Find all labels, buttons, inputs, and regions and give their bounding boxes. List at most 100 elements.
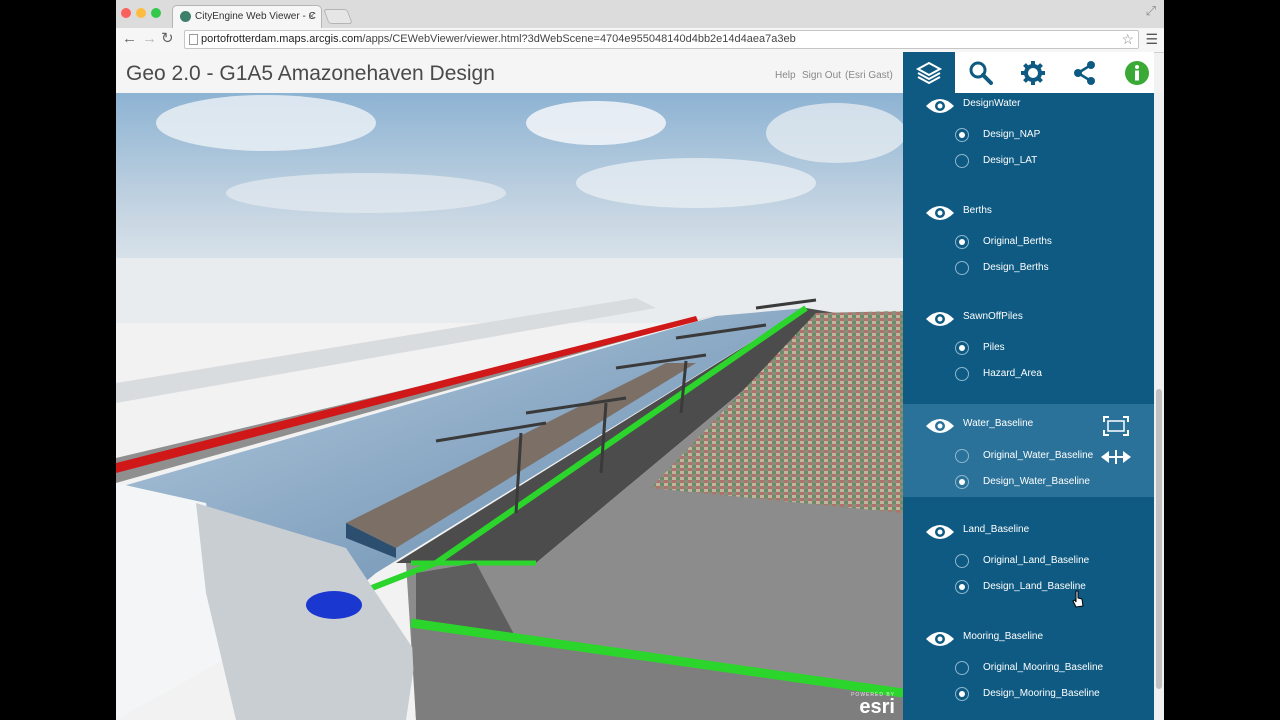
option-label: Original_Land_Baseline xyxy=(983,555,1090,566)
layer-group-land-baseline: Land_Baseline Original_Land_Baseline Des… xyxy=(903,519,1154,599)
layer-option[interactable]: Original_Berths xyxy=(903,230,1154,256)
settings-tool[interactable] xyxy=(1007,52,1059,93)
radio-button[interactable] xyxy=(955,341,969,355)
page-title: Geo 2.0 - G1A5 Amazonehaven Design xyxy=(126,62,495,85)
zoom-window-button[interactable] xyxy=(151,8,161,18)
layer-option[interactable]: Design_Land_Baseline xyxy=(903,575,1154,601)
layer-option[interactable]: Original_Land_Baseline xyxy=(903,549,1154,575)
user-name: (Esri Gast) xyxy=(845,70,893,81)
reload-icon[interactable]: ↻ xyxy=(161,31,174,47)
hand-cursor-icon xyxy=(1072,590,1084,608)
search-tool[interactable] xyxy=(955,52,1007,93)
layer-name: Water_Baseline xyxy=(963,418,1034,429)
panel-toolbar xyxy=(903,52,1154,93)
radio-button[interactable] xyxy=(955,580,969,594)
new-tab-button[interactable] xyxy=(323,9,353,24)
panel-scrollbar[interactable] xyxy=(1154,93,1164,720)
favicon-icon xyxy=(180,11,191,22)
option-label: Design_Land_Baseline xyxy=(983,581,1086,592)
minimize-window-button[interactable] xyxy=(136,8,146,18)
layer-name: SawnOffPiles xyxy=(963,311,1023,322)
forward-arrow-icon[interactable]: → xyxy=(142,31,157,47)
share-icon xyxy=(1074,60,1095,85)
sign-out-link[interactable]: Sign Out xyxy=(802,70,841,81)
eye-icon[interactable] xyxy=(925,203,955,223)
address-bar[interactable]: portofrotterdam.maps.arcgis.com/apps/CEW… xyxy=(184,30,1139,49)
option-label: Original_Mooring_Baseline xyxy=(983,662,1104,673)
back-arrow-icon[interactable]: ← xyxy=(122,31,137,47)
layer-option[interactable]: Hazard_Area xyxy=(903,362,1154,388)
radio-button[interactable] xyxy=(955,475,969,489)
layer-option[interactable]: Design_Water_Baseline xyxy=(903,470,1154,496)
layer-option[interactable]: Design_LAT xyxy=(903,149,1154,175)
layer-list: DesignWater Design_NAP Design_LAT Berths… xyxy=(903,93,1154,720)
close-window-button[interactable] xyxy=(121,8,131,18)
eye-icon[interactable] xyxy=(925,416,955,436)
radio-button[interactable] xyxy=(955,261,969,275)
gear-icon xyxy=(1021,60,1045,85)
layer-header: Water_Baseline xyxy=(903,413,1154,439)
tab-title: CityEngine Web Viewer - C xyxy=(195,11,316,22)
layer-group-water-baseline: Water_Baseline Original_Water_Baseline D… xyxy=(903,404,1154,497)
layer-option[interactable]: Piles xyxy=(903,336,1154,362)
option-label: Hazard_Area xyxy=(983,368,1042,379)
layer-option[interactable]: Design_Berths xyxy=(903,256,1154,282)
option-label: Original_Berths xyxy=(983,236,1052,247)
layers-tool[interactable] xyxy=(903,52,955,93)
eye-icon[interactable] xyxy=(925,629,955,649)
layer-name: Mooring_Baseline xyxy=(963,631,1044,642)
layer-group-mooring-baseline: Mooring_Baseline Original_Mooring_Baseli… xyxy=(903,626,1154,706)
eye-icon[interactable] xyxy=(925,309,955,329)
layer-header: Mooring_Baseline xyxy=(903,626,1154,652)
info-icon xyxy=(1125,60,1149,85)
page-icon xyxy=(189,34,198,45)
radio-button[interactable] xyxy=(955,154,969,168)
option-label: Design_Water_Baseline xyxy=(983,476,1090,487)
url-text: portofrotterdam.maps.arcgis.com/apps/CEW… xyxy=(201,33,796,45)
layer-header: DesignWater xyxy=(903,93,1154,119)
layer-name: Land_Baseline xyxy=(963,524,1030,535)
layer-option[interactable]: Original_Mooring_Baseline xyxy=(903,656,1154,682)
scrollbar-thumb[interactable] xyxy=(1156,389,1162,689)
radio-button[interactable] xyxy=(955,554,969,568)
app-header: Geo 2.0 - G1A5 Amazonehaven Design Help … xyxy=(116,52,903,93)
tab-close-icon[interactable]: × xyxy=(308,9,315,23)
layers-icon xyxy=(915,61,943,84)
layer-header: Land_Baseline xyxy=(903,519,1154,545)
layer-option[interactable]: Design_NAP xyxy=(903,123,1154,149)
layer-header: Berths xyxy=(903,200,1154,226)
radio-button[interactable] xyxy=(955,128,969,142)
radio-button[interactable] xyxy=(955,687,969,701)
fullscreen-arrows-icon[interactable]: ⤢ xyxy=(1146,3,1156,19)
radio-button[interactable] xyxy=(955,367,969,381)
bookmark-star-icon[interactable]: ☆ xyxy=(1121,31,1134,48)
info-tool[interactable] xyxy=(1111,52,1154,93)
option-label: Piles xyxy=(983,342,1005,353)
browser-tab[interactable]: CityEngine Web Viewer - C × xyxy=(172,5,322,28)
layers-panel: DesignWater Design_NAP Design_LAT Berths… xyxy=(903,52,1154,720)
option-label: Design_LAT xyxy=(983,155,1038,166)
option-label: Design_Mooring_Baseline xyxy=(983,688,1100,699)
layer-name: Berths xyxy=(963,205,992,216)
layer-group-designwater: DesignWater Design_NAP Design_LAT xyxy=(903,93,1154,173)
layer-option[interactable]: Design_Mooring_Baseline xyxy=(903,682,1154,708)
help-link[interactable]: Help xyxy=(775,70,796,81)
radio-button[interactable] xyxy=(955,449,969,463)
swipe-compare-icon[interactable] xyxy=(1101,450,1131,464)
layer-header: SawnOffPiles xyxy=(903,306,1154,332)
layer-group-sawnoffpiles: SawnOffPiles Piles Hazard_Area xyxy=(903,306,1154,386)
browser-menu-icon[interactable]: ☰ xyxy=(1145,31,1158,48)
share-tool[interactable] xyxy=(1059,52,1111,93)
zoom-to-layer-icon[interactable] xyxy=(1103,416,1129,436)
search-icon xyxy=(969,61,993,85)
scene-viewport[interactable]: POWERED BY esri xyxy=(116,93,903,720)
radio-button[interactable] xyxy=(955,661,969,675)
tab-strip: CityEngine Web Viewer - C × ⤢ xyxy=(116,0,1164,29)
eye-icon[interactable] xyxy=(925,522,955,542)
option-label: Design_NAP xyxy=(983,129,1041,140)
eye-icon[interactable] xyxy=(925,96,955,116)
radio-button[interactable] xyxy=(955,235,969,249)
layer-group-berths: Berths Original_Berths Design_Berths xyxy=(903,200,1154,280)
browser-window: CityEngine Web Viewer - C × ⤢ ← → ↻ port… xyxy=(116,0,1164,720)
option-label: Original_Water_Baseline xyxy=(983,450,1094,461)
